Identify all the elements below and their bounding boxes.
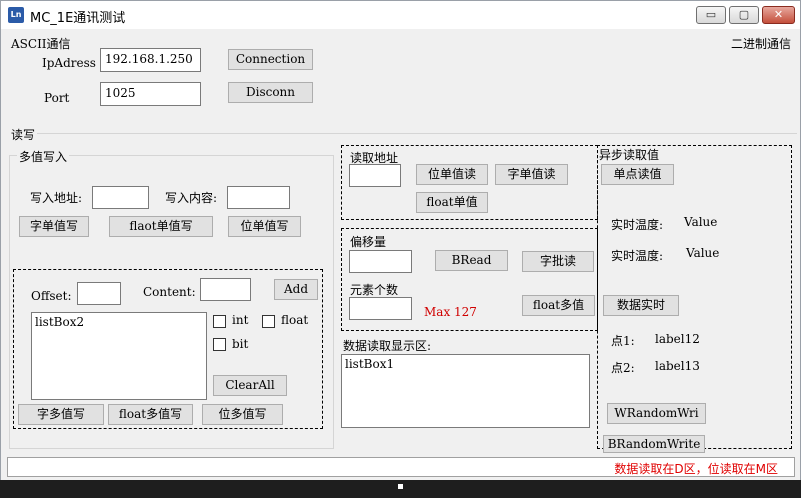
bit-checkbox[interactable] (213, 338, 226, 351)
point1-label: 点1: (611, 334, 635, 348)
maximize-button[interactable]: ▢ (729, 6, 759, 24)
status-text: 数据读取在D区，位读取在M区 (614, 462, 778, 476)
offset-input[interactable] (77, 282, 121, 305)
float-multi-write-button[interactable]: float多值写 (108, 404, 193, 425)
write-address-label: 写入地址: (30, 191, 83, 205)
data-display-label: 数据读取显示区: (343, 339, 432, 353)
float-checkbox[interactable] (262, 315, 275, 328)
write-address-input[interactable] (92, 186, 149, 209)
listbox1[interactable]: listBox1 (341, 354, 590, 428)
float-single-write-button[interactable]: flaot单值写 (109, 216, 213, 237)
content-label: Content: (143, 285, 196, 299)
bread-button[interactable]: BRead (435, 250, 508, 271)
close-button[interactable]: ✕ (762, 6, 795, 24)
int-checkbox-label: int (232, 313, 249, 327)
point1-value: label12 (655, 332, 700, 346)
taskbar (0, 480, 801, 498)
max-count-label: Max 127 (424, 305, 477, 319)
content-input[interactable] (200, 278, 251, 301)
port-label: Port (44, 91, 70, 105)
window-title: MC_1E通讯测试 (30, 11, 126, 26)
listbox2[interactable]: listBox2 (31, 312, 207, 400)
word-multi-write-button[interactable]: 字多值写 (18, 404, 104, 425)
temp1-value: Value (684, 215, 718, 229)
read-address-input[interactable] (349, 164, 401, 187)
temp2-label: 实时温度: (611, 249, 664, 263)
add-button[interactable]: Add (274, 279, 318, 300)
listbox1-item: listBox1 (345, 357, 395, 371)
app-icon: Ln (8, 7, 24, 23)
connection-button[interactable]: Connection (228, 49, 313, 70)
ip-address-input[interactable]: 192.168.1.250 (100, 48, 201, 72)
ascii-label: ASCII通信 (11, 37, 71, 51)
bit-multi-write-button[interactable]: 位多值写 (202, 404, 283, 425)
word-batch-read-button[interactable]: 字批读 (522, 251, 594, 272)
word-single-write-button[interactable]: 字单值写 (19, 216, 89, 237)
realtime-data-button[interactable]: 数据实时 (603, 295, 679, 316)
word-single-read-button[interactable]: 字单值读 (495, 164, 568, 185)
minimize-button[interactable]: ▭ (696, 6, 726, 24)
clear-all-button[interactable]: ClearAll (213, 375, 287, 396)
word-random-write-button[interactable]: WRandomWri (607, 403, 706, 424)
title-bar[interactable]: Ln MC_1E通讯测试 ▭ ▢ ✕ (1, 1, 800, 29)
bit-checkbox-label: bit (232, 337, 249, 351)
read-write-divider (37, 133, 797, 134)
bit-random-write-button[interactable]: BRandomWrite (603, 435, 705, 453)
bit-single-read-button[interactable]: 位单值读 (416, 164, 488, 185)
ip-label: IpAdress (42, 56, 96, 70)
taskbar-indicator (398, 484, 403, 489)
batch-offset-input[interactable] (349, 250, 412, 273)
port-input[interactable]: 1025 (100, 82, 201, 106)
disconnect-button[interactable]: Disconn (228, 82, 313, 103)
read-write-label: 读写 (11, 128, 36, 142)
int-checkbox[interactable] (213, 315, 226, 328)
main-window: Ln MC_1E通讯测试 ▭ ▢ ✕ ASCII通信 二进制通信 IpAdres… (0, 0, 801, 498)
element-count-input[interactable] (349, 297, 412, 320)
float-checkbox-label: float (281, 313, 309, 327)
listbox2-item: listBox2 (35, 315, 85, 329)
bit-single-write-button[interactable]: 位单值写 (228, 216, 301, 237)
temp1-label: 实时温度: (611, 218, 664, 232)
write-content-input[interactable] (227, 186, 290, 209)
float-multi-read-button[interactable]: float多值 (522, 295, 595, 316)
write-content-label: 写入内容: (165, 191, 218, 205)
element-count-label: 元素个数 (350, 283, 399, 297)
binary-label: 二进制通信 (731, 37, 792, 51)
temp2-value: Value (686, 246, 720, 260)
async-read-title: 异步读取值 (599, 148, 660, 162)
offset-amount-label: 偏移量 (350, 235, 387, 249)
multi-write-title: 多值写入 (17, 148, 70, 165)
status-bar: 数据读取在D区，位读取在M区 (7, 457, 795, 477)
single-point-read-button[interactable]: 单点读值 (601, 164, 674, 185)
point2-value: label13 (655, 359, 700, 373)
point2-label: 点2: (611, 361, 635, 375)
offset-label: Offset: (31, 289, 72, 303)
float-single-read-button[interactable]: float单值 (416, 192, 488, 213)
